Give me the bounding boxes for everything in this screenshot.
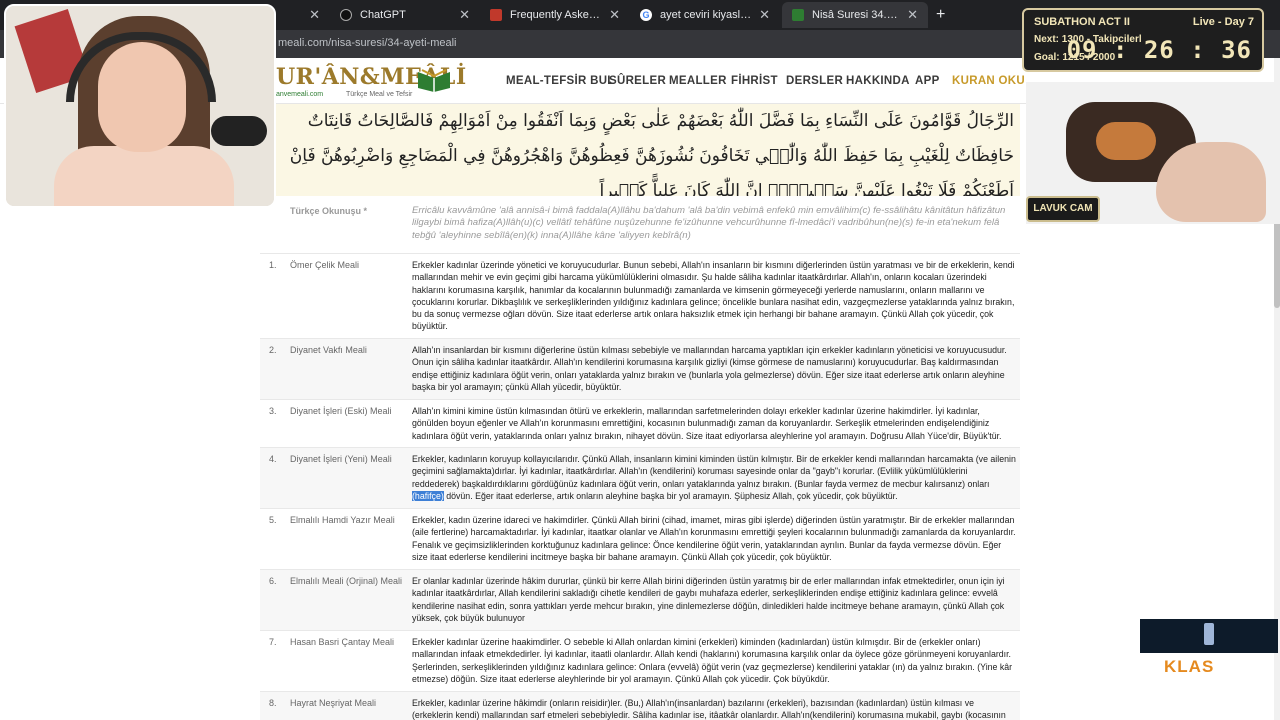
nav-meal-tefsir-bul[interactable]: MEAL-TEFSİR BUL (506, 75, 615, 87)
row-number: 5. (269, 515, 277, 525)
translator-name[interactable]: Elmalılı Meali (Orjinal) Meali (290, 570, 412, 630)
lavuk-cam-label: LAVUK CAM (1026, 196, 1100, 222)
table-row: 1. Ömer Çelik Meali Erkekler kadınlar üz… (260, 254, 1020, 339)
translator-name[interactable]: Elmalılı Hamdi Yazır Meali (290, 509, 412, 569)
tab-label: Nisâ Suresi 34. ayeti ve meali | K (812, 9, 899, 21)
meal-text: Erkekler, kadınlar üzerine hâkimdir (onl… (412, 698, 1006, 720)
close-icon[interactable]: ✕ (907, 7, 918, 23)
browser-tab-chatgpt[interactable]: ChatGPT ✕ (330, 2, 480, 28)
meal-text: Allah'ın insanlardan bir kısmını diğerle… (412, 345, 1007, 392)
google-icon: G (640, 9, 652, 21)
close-icon[interactable]: ✕ (609, 7, 620, 23)
translator-name[interactable]: Hayrat Neşriyat Meali (290, 692, 412, 720)
nav-dersler[interactable]: DERSLER (786, 75, 843, 87)
microphone-icon (211, 116, 267, 146)
new-tab-icon[interactable]: + (936, 6, 945, 24)
row-number: 6. (269, 576, 277, 586)
live-day-label: Live - Day 7 (1192, 16, 1254, 28)
meal-text: Allah'ın kimini kimine üstün kılmasından… (412, 406, 1002, 441)
url-text[interactable]: meali.com/nisa-suresi/34-ayeti-meali (278, 37, 457, 49)
close-icon[interactable]: ✕ (459, 7, 470, 23)
nav-app[interactable]: APP (915, 75, 940, 87)
transliteration-label: Türkçe Okunuşu * (290, 206, 368, 216)
webcam-overlay (4, 4, 276, 208)
row-number: 4. (269, 454, 277, 464)
open-book-icon (418, 69, 450, 92)
close-icon[interactable]: ✕ (309, 7, 320, 23)
transliteration-row: Türkçe Okunuşu * Erricâlu kavvâmûne 'alâ… (260, 200, 1020, 254)
klas-logo: KLAS (1164, 657, 1215, 676)
site-icon (792, 9, 804, 21)
close-icon[interactable]: ✕ (759, 7, 770, 23)
translator-name[interactable]: Diyanet İşleri (Yeni) Meali (290, 448, 412, 508)
meal-text: Er olanlar kadınlar üzerinde hâkim durur… (412, 576, 1005, 623)
meal-text: Erkekler, kadın üzerine idareci ve hakim… (412, 515, 1016, 562)
meal-text-part: dövün. Eğer itaat ederlerse, artık onlar… (443, 490, 898, 501)
nav-sureler[interactable]: SÛRELER (609, 75, 666, 87)
table-row: 3. Diyanet İşleri (Eski) Meali Allah'ın … (260, 400, 1020, 448)
nav-fihrist[interactable]: FİHRİST (731, 75, 778, 87)
nav-kuran-oku[interactable]: KURAN OKU (952, 75, 1025, 87)
translator-name[interactable]: Diyanet Vakfı Meali (290, 339, 412, 399)
cat-fur-patch (1096, 122, 1156, 160)
nav-mealler[interactable]: MEALLER (669, 75, 727, 87)
table-row: 7. Hasan Basri Çantay Meali Erkekler kad… (260, 631, 1020, 692)
meal-text: Erkekler, kadınların koruyup kollayıcıla… (412, 448, 1016, 508)
transliteration-text: Erricâlu kavvâmûne 'alâ annisâ-i bimâ fa… (412, 205, 1006, 241)
translator-name[interactable]: Ömer Çelik Meali (290, 254, 412, 338)
table-row: 5. Elmalılı Hamdi Yazır Meali Erkekler, … (260, 509, 1020, 570)
browser-tab-google[interactable]: G ayet ceviri kiyaslama - Google'd ✕ (630, 2, 780, 28)
meal-text-part: Erkekler, kadınların koruyup kollayıcıla… (412, 454, 1016, 489)
browser-tab-1[interactable]: ✕ (276, 2, 330, 28)
row-number: 8. (269, 698, 277, 708)
page-icon (490, 9, 502, 21)
table-row: 4. Diyanet İşleri (Yeni) Meali Erkekler,… (260, 448, 1020, 509)
arabic-verse: الرِّجَالُ قَوَّامُونَ عَلَى النِّسَاءِ … (260, 104, 1020, 196)
hand-image (1156, 142, 1266, 222)
subathon-timer-widget: SUBATHON ACT II Live - Day 7 Next: 1300 … (1022, 8, 1264, 72)
streamer-body (54, 146, 234, 206)
table-row: 6. Elmalılı Meali (Orjinal) Meali Er ola… (260, 570, 1020, 631)
table-row: 2. Diyanet Vakfı Meali Allah'ın insanlar… (260, 339, 1020, 400)
subathon-title: SUBATHON ACT II (1034, 16, 1130, 28)
countdown-timer: 09 : 26 : 36 (1066, 36, 1252, 64)
translator-name[interactable]: Hasan Basri Çantay Meali (290, 631, 412, 691)
site-logo[interactable]: UR'ÂN&MEÂLİ anvemeali.com Türkçe Meal ve… (276, 64, 466, 100)
chatgpt-icon (340, 9, 352, 21)
nav-hakkinda[interactable]: HAKKINDA (846, 75, 910, 87)
browser-tab-nisa[interactable]: Nisâ Suresi 34. ayeti ve meali | K ✕ (782, 2, 928, 28)
meal-text: Erkekler kadınlar üzerinde yönetici ve k… (412, 260, 1015, 332)
table-row: 8. Hayrat Neşriyat Meali Erkekler, kadın… (260, 692, 1020, 720)
tab-label: ayet ceviri kiyaslama - Google'd (660, 9, 751, 21)
row-number: 7. (269, 637, 277, 647)
selected-text[interactable]: (hafifçe) (412, 490, 444, 501)
row-number: 2. (269, 345, 277, 355)
meal-text: Erkekler kadınlar üzerine haakimdirler. … (412, 637, 1013, 684)
energy-can-icon (1204, 623, 1214, 645)
translator-name[interactable]: Diyanet İşleri (Eski) Meali (290, 400, 412, 447)
row-number: 3. (269, 406, 277, 416)
browser-tab-faq[interactable]: Frequently Asked Questions - U ✕ (480, 2, 630, 28)
logo-domain: anvemeali.com (276, 91, 324, 98)
row-number: 1. (269, 260, 277, 270)
meal-table: Türkçe Okunuşu * Erricâlu kavvâmûne 'alâ… (260, 200, 1020, 720)
logo-tagline: Türkçe Meal ve Tefsir (346, 91, 413, 98)
tab-label: ChatGPT (360, 9, 406, 21)
sponsor-banner (1140, 619, 1278, 653)
tab-label: Frequently Asked Questions - U (510, 9, 601, 21)
